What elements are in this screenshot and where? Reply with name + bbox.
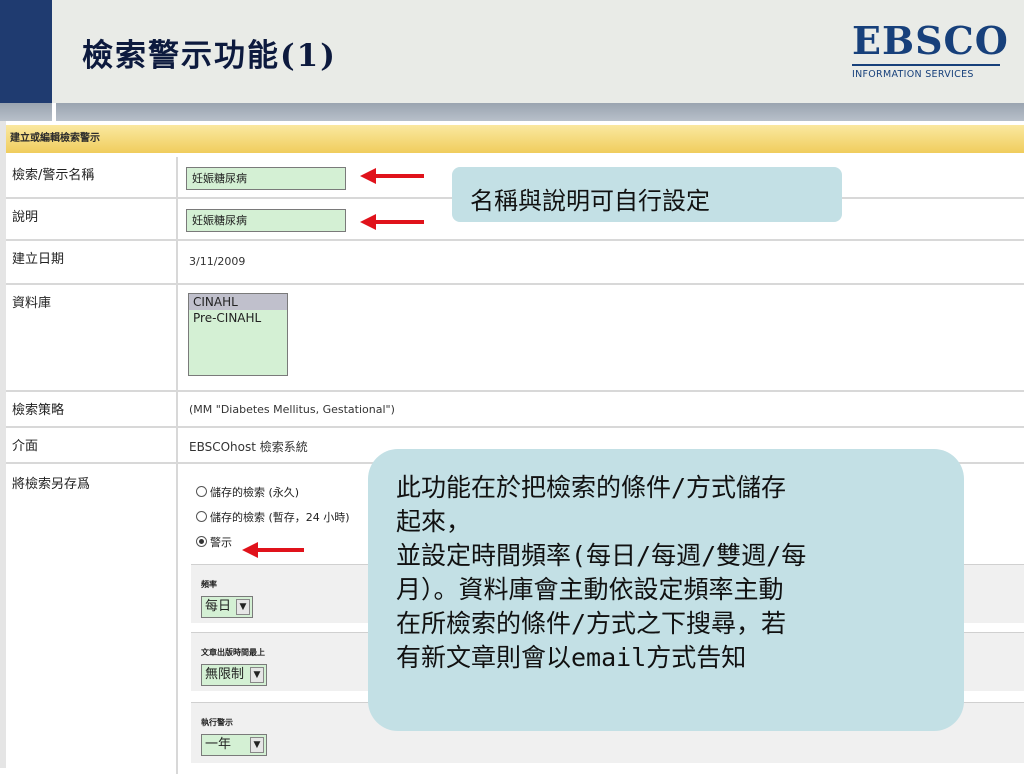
callout-alert-explanation: 此功能在於把檢索的條件/方式儲存 起來， 並設定時間頻率(每日/每週/雙週/每 … (368, 449, 964, 731)
form-heading: 建立或編輯檢索警示 (6, 125, 1024, 153)
published-value: 無限制 (205, 667, 245, 682)
row-separator (176, 157, 178, 197)
logo-sub-text: INFORMATION SERVICES (852, 64, 1000, 80)
callout-line: 有新文章則會以email方式告知 (396, 643, 747, 672)
frequency-label: 頻率 (201, 580, 217, 589)
database-row: 資料庫 CINAHL Pre-CINAHL (6, 285, 1024, 392)
divider-notch (52, 103, 56, 121)
description-input[interactable]: 妊娠糖尿病 (186, 209, 346, 232)
slide-title: 檢索警示功能(1) (82, 38, 337, 74)
strategy-label: 檢索策略 (12, 403, 65, 418)
save-option-label: 儲存的檢索 (暫存，24 小時) (210, 511, 350, 524)
row-separator (176, 428, 178, 462)
header-divider (0, 103, 1024, 121)
date-row: 建立日期 3/11/2009 (6, 241, 1024, 285)
save-as-label: 將檢索另存爲 (12, 477, 91, 492)
logo-main-text: EBSCO (852, 18, 1009, 63)
callout-line: 在所檢索的條件/方式之下搜尋，若 (396, 609, 787, 638)
save-option-temporary[interactable]: 儲存的檢索 (暫存，24 小時) (196, 509, 350, 525)
interface-label: 介面 (12, 439, 39, 454)
run-label: 執行警示 (201, 718, 233, 727)
row-separator (176, 199, 178, 239)
frequency-value: 每日 (205, 599, 232, 614)
callout-line: 起來， (396, 507, 472, 536)
description-label: 說明 (12, 210, 39, 225)
red-arrow-icon (360, 168, 424, 184)
database-label: 資料庫 (12, 296, 52, 311)
strategy-row: 檢索策略 (MM "Diabetes Mellitus, Gestational… (6, 392, 1024, 428)
database-option[interactable]: Pre-CINAHL (189, 310, 287, 326)
date-label: 建立日期 (12, 252, 65, 267)
interface-value: EBSCOhost 檢索系統 (189, 440, 308, 454)
run-value: 一年 (205, 737, 232, 752)
callout-line: 月）。資料庫會主動依設定頻率主動 (396, 575, 784, 604)
radio-button[interactable] (196, 486, 207, 497)
callout-line: 此功能在於把檢索的條件/方式儲存 (396, 473, 787, 502)
save-option-alert[interactable]: 警示 (196, 534, 232, 550)
strategy-value: (MM "Diabetes Mellitus, Gestational") (189, 403, 395, 416)
database-option[interactable]: CINAHL (189, 294, 287, 310)
radio-button-selected[interactable] (196, 536, 207, 547)
name-label: 檢索/警示名稱 (12, 168, 95, 183)
save-option-label: 警示 (210, 536, 232, 549)
run-select[interactable]: 一年 ▼ (201, 734, 267, 756)
date-value: 3/11/2009 (189, 255, 246, 268)
name-input[interactable]: 妊娠糖尿病 (186, 167, 346, 190)
published-select[interactable]: 無限制 ▼ (201, 664, 267, 686)
row-separator (176, 392, 178, 426)
callout-line: 並設定時間頻率(每日/每週/雙週/每 (396, 541, 807, 570)
chevron-down-icon[interactable]: ▼ (236, 599, 250, 615)
row-separator (176, 285, 178, 390)
database-listbox[interactable]: CINAHL Pre-CINAHL (188, 293, 288, 376)
radio-button[interactable] (196, 511, 207, 522)
row-separator (176, 241, 178, 283)
red-arrow-icon (360, 214, 424, 230)
save-option-permanent[interactable]: 儲存的檢索 (永久) (196, 484, 299, 500)
chevron-down-icon[interactable]: ▼ (250, 737, 264, 753)
ebsco-logo: EBSCO INFORMATION SERVICES (852, 18, 1009, 82)
left-accent-bar (0, 0, 52, 103)
slide-header: 檢索警示功能(1) EBSCO INFORMATION SERVICES (0, 0, 1024, 103)
save-option-label: 儲存的檢索 (永久) (210, 486, 300, 499)
frequency-select[interactable]: 每日 ▼ (201, 596, 253, 618)
row-separator (176, 464, 178, 774)
callout-name-description: 名稱與說明可自行設定 (452, 167, 842, 222)
published-label: 文章出版時間最上 (201, 648, 265, 657)
chevron-down-icon[interactable]: ▼ (250, 667, 264, 683)
red-arrow-icon (242, 542, 304, 558)
